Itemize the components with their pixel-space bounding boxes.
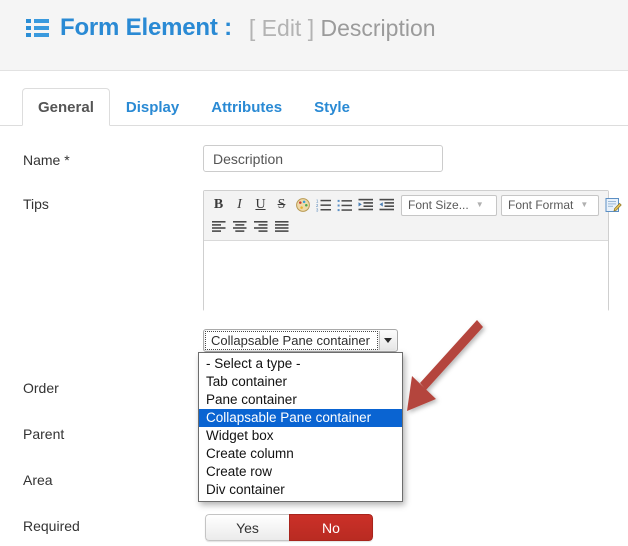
type-select-value-box: Collapsable Pane container xyxy=(205,331,378,350)
font-format-label: Font Format xyxy=(508,198,574,212)
page-title: Form Element : xyxy=(60,14,232,41)
tab-display[interactable]: Display xyxy=(110,88,195,126)
type-select-value: Collapsable Pane container xyxy=(211,333,370,348)
edit-source-icon[interactable] xyxy=(603,195,624,216)
name-label: Name * xyxy=(23,152,70,168)
dropdown-option-div-container[interactable]: Div container xyxy=(199,481,402,499)
italic-icon[interactable]: I xyxy=(229,195,250,216)
editor-toolbar: B I U S 1 2 3 Font Size... ▼ Font Format… xyxy=(204,191,622,241)
dropdown-option-select-a-type[interactable]: - Select a type - xyxy=(199,355,402,373)
page-subtitle: [ Edit ] Description xyxy=(249,15,436,42)
required-no-button[interactable]: No xyxy=(289,514,373,541)
tab-attributes[interactable]: Attributes xyxy=(195,88,298,126)
tab-general[interactable]: General xyxy=(22,88,110,126)
font-format-dropdown[interactable]: Font Format ▼ xyxy=(501,194,599,216)
align-right-icon[interactable] xyxy=(250,217,271,238)
align-center-icon[interactable] xyxy=(229,217,250,238)
dropdown-option-tab-container[interactable]: Tab container xyxy=(199,373,402,391)
dropdown-option-pane-container[interactable]: Pane container xyxy=(199,391,402,409)
type-select-arrow-button[interactable] xyxy=(379,331,396,350)
align-left-icon[interactable] xyxy=(208,217,229,238)
font-size-label: Font Size... xyxy=(408,198,469,212)
edit-mode-label: [ Edit ] xyxy=(248,14,315,41)
dropdown-option-widget-box[interactable]: Widget box xyxy=(199,427,402,445)
decrease-indent-icon[interactable] xyxy=(376,195,397,216)
tab-style[interactable]: Style xyxy=(298,88,366,126)
svg-text:3: 3 xyxy=(316,208,319,213)
caret-down-icon xyxy=(384,338,392,343)
required-toggle[interactable]: Yes No xyxy=(205,514,373,541)
order-label: Order xyxy=(23,380,59,396)
required-label: Required xyxy=(23,518,80,534)
editor-toolbar-row-1: B I U S 1 2 3 Font Size... ▼ Font Format… xyxy=(208,194,622,216)
page-title-group: Form Element : [ Edit ] Description xyxy=(26,14,436,42)
type-dropdown-list[interactable]: - Select a type - Tab container Pane con… xyxy=(198,352,403,502)
form-element-edit-page: Form Element : [ Edit ] Description Gene… xyxy=(0,0,628,546)
page-header: Form Element : [ Edit ] Description xyxy=(0,0,628,71)
tips-editor-content[interactable] xyxy=(204,241,608,314)
tips-label: Tips xyxy=(23,196,49,212)
text-color-palette-icon[interactable] xyxy=(292,195,313,216)
underline-icon[interactable]: U xyxy=(250,195,271,216)
dropdown-option-create-row[interactable]: Create row xyxy=(199,463,402,481)
chevron-down-icon: ▼ xyxy=(475,200,484,209)
increase-indent-icon[interactable] xyxy=(355,195,376,216)
bulleted-list-icon[interactable] xyxy=(334,195,355,216)
numbered-list-icon[interactable]: 1 2 3 xyxy=(313,195,334,216)
tips-rich-text-editor[interactable]: B I U S 1 2 3 Font Size... ▼ Font Format… xyxy=(203,190,622,314)
element-name-label: Description xyxy=(320,14,436,41)
align-justify-icon[interactable] xyxy=(271,217,292,238)
area-label: Area xyxy=(23,472,53,488)
chevron-down-icon: ▼ xyxy=(580,200,589,209)
parent-label: Parent xyxy=(23,426,65,442)
name-input[interactable] xyxy=(203,145,443,172)
dropdown-option-create-column[interactable]: Create column xyxy=(199,445,402,463)
required-yes-button[interactable]: Yes xyxy=(205,514,289,541)
font-size-dropdown[interactable]: Font Size... ▼ xyxy=(401,194,497,216)
strikethrough-icon[interactable]: S xyxy=(271,195,292,216)
tab-bar: General Display Attributes Style xyxy=(0,71,628,126)
dropdown-option-collapsable-pane-container[interactable]: Collapsable Pane container xyxy=(199,409,402,427)
tab-list: General Display Attributes Style xyxy=(22,88,366,126)
type-select[interactable]: Collapsable Pane container xyxy=(203,329,398,352)
list-icon xyxy=(26,19,49,37)
editor-toolbar-row-2 xyxy=(208,216,604,238)
bold-icon[interactable]: B xyxy=(208,195,229,216)
